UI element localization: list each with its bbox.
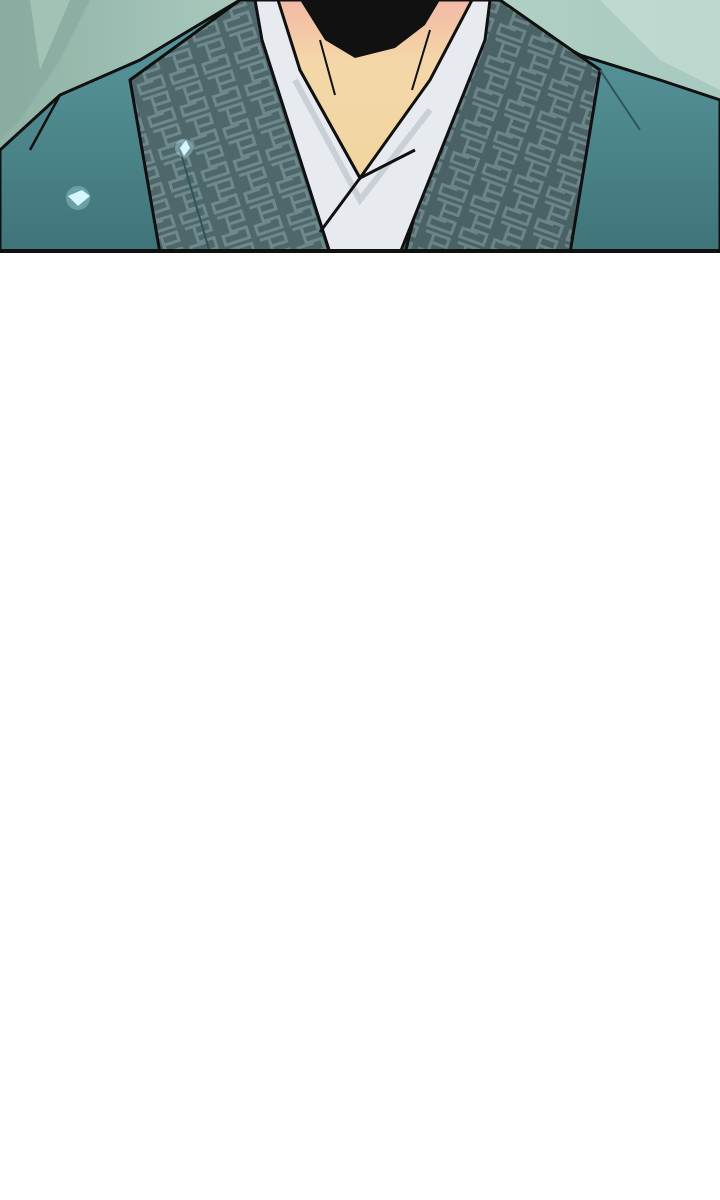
comic-page: [0, 0, 720, 1200]
panel-illustration: [0, 0, 720, 253]
comic-panel-1: [0, 0, 720, 253]
page-gutter: [0, 253, 720, 1200]
